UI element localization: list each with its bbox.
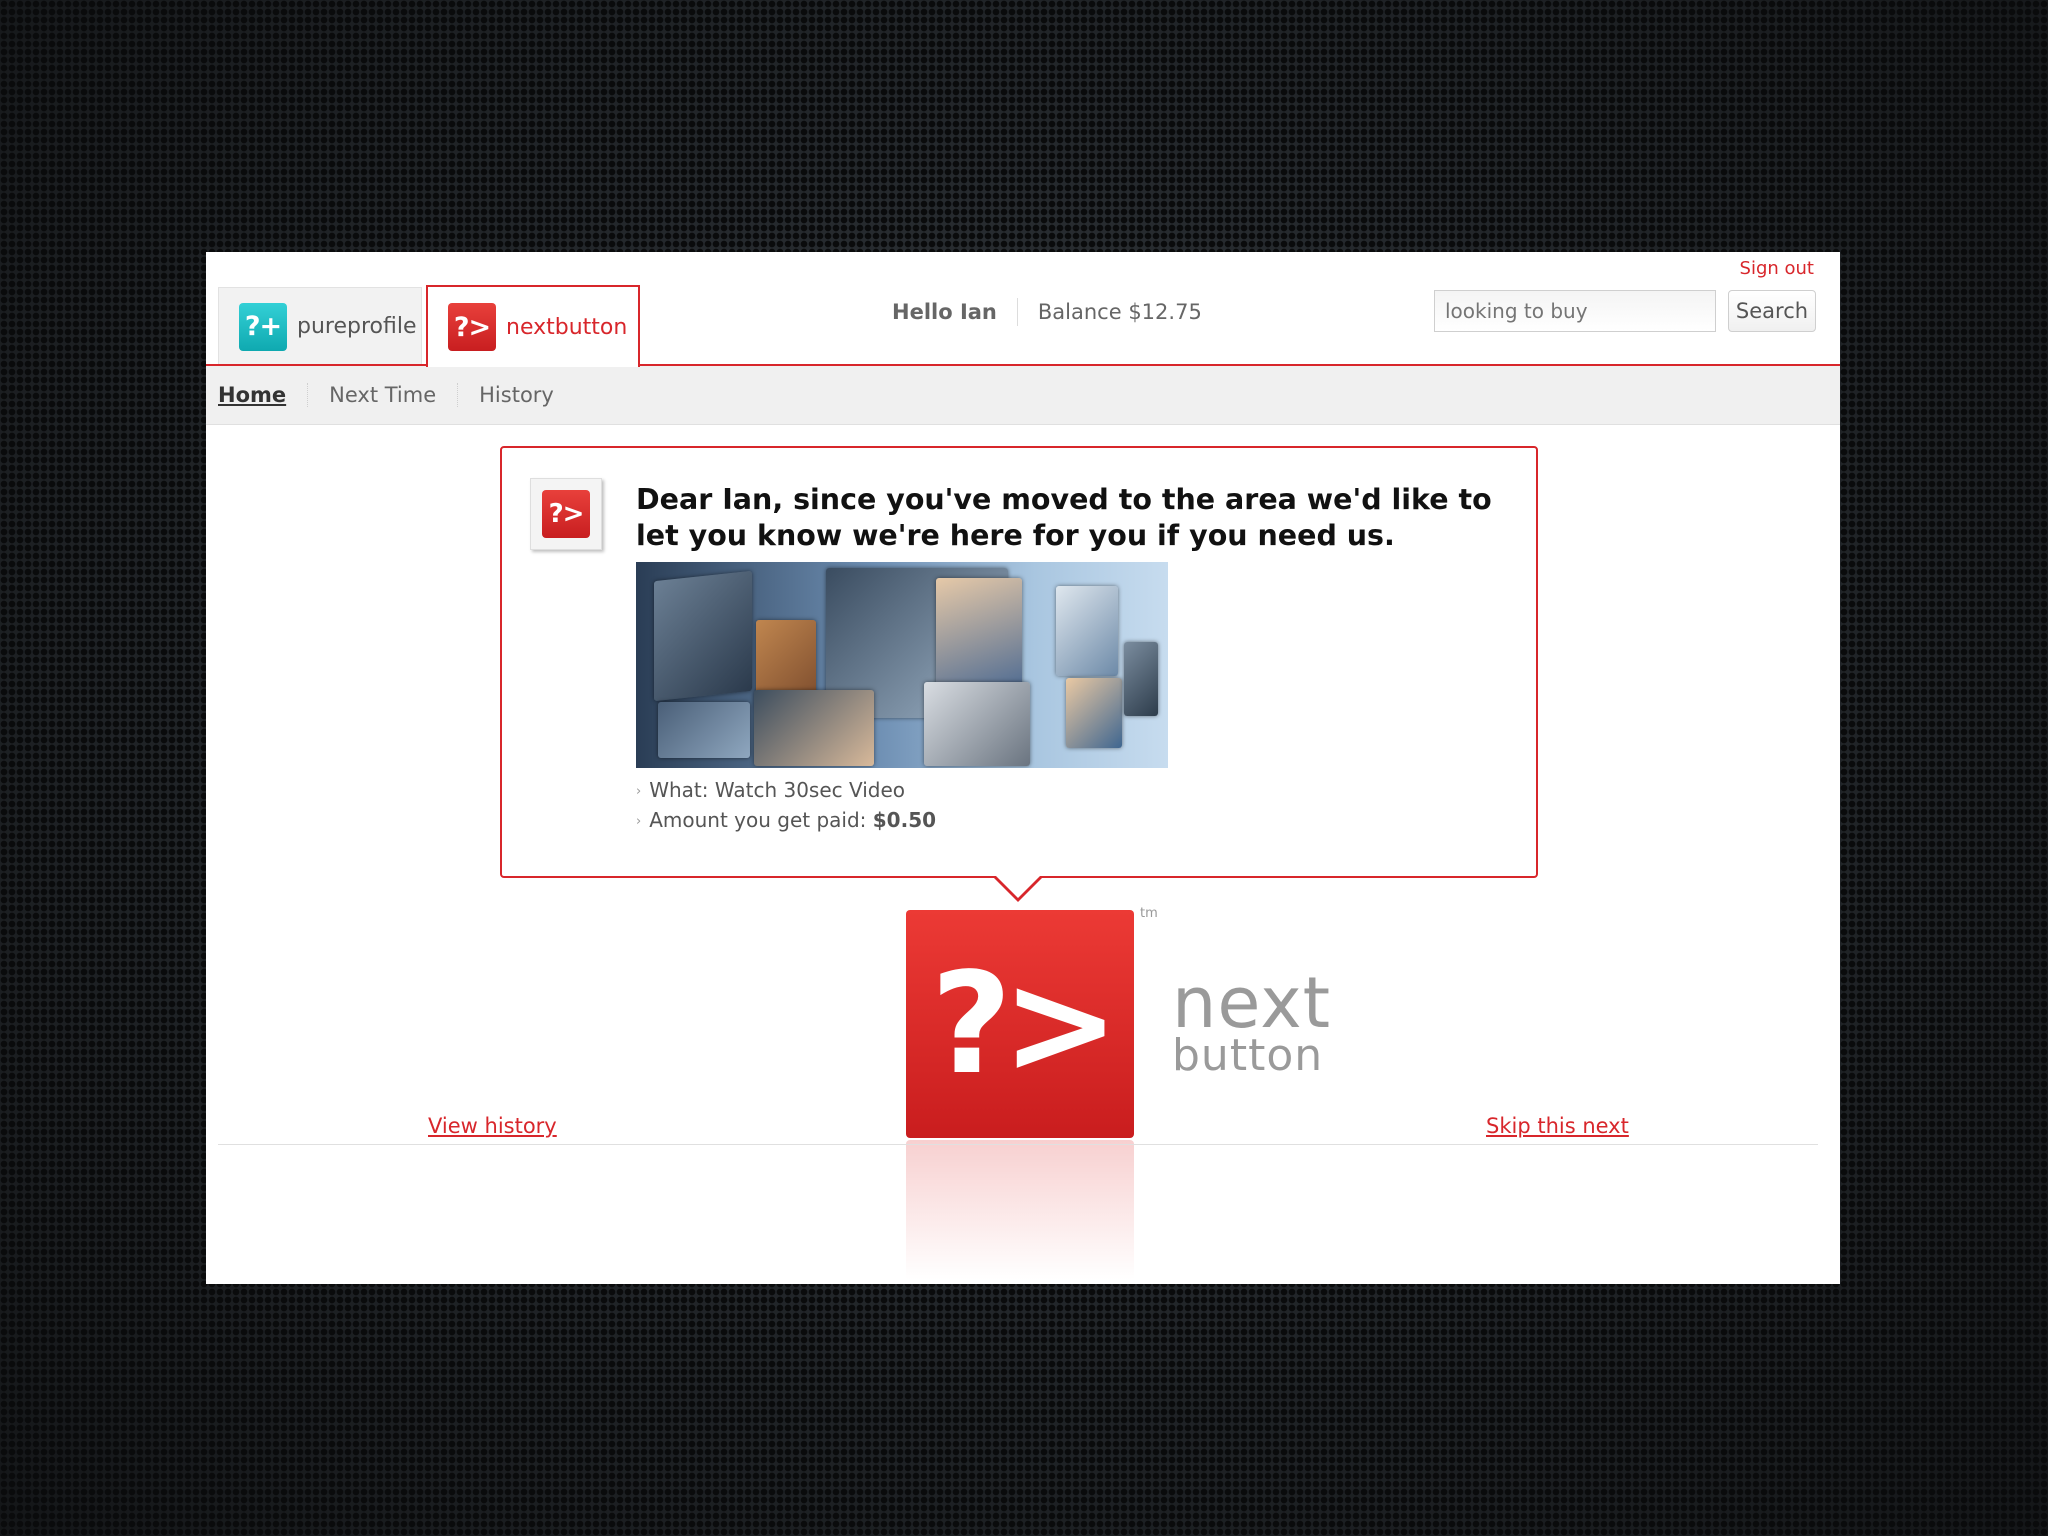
offer-card-logo: ?> xyxy=(530,478,602,550)
nav-item-next-time[interactable]: Next Time xyxy=(308,383,459,407)
video-thumbnail[interactable] xyxy=(636,562,1168,768)
collage-panel xyxy=(654,570,752,702)
offer-card: ?> Dear Ian, since you've moved to the a… xyxy=(500,446,1538,878)
tab-label-nextbutton: nextbutton xyxy=(506,314,628,340)
skip-this-next-link[interactable]: Skip this next xyxy=(1486,1114,1629,1138)
collage-panel xyxy=(1066,678,1122,748)
logo-reflection xyxy=(906,1140,1134,1280)
wordmark-next: next xyxy=(1172,962,1332,1044)
collage-panel xyxy=(658,702,750,758)
wordmark-button: button xyxy=(1172,1030,1324,1081)
tab-pureprofile[interactable]: ?+ pureprofile xyxy=(218,287,422,365)
offer-message: Dear Ian, since you've moved to the area… xyxy=(636,483,1492,552)
tab-nextbutton[interactable]: ?> nextbutton xyxy=(426,285,640,367)
card-pointer xyxy=(992,874,1044,902)
collage-panel xyxy=(754,690,874,766)
nav-item-home[interactable]: Home xyxy=(218,383,309,407)
greeting-separator xyxy=(1016,298,1018,326)
sub-navigation: Home Next Time History xyxy=(206,366,1840,425)
search-input[interactable] xyxy=(1434,290,1716,332)
footer-divider xyxy=(218,1144,1818,1145)
balance-text: Balance $12.75 xyxy=(1037,300,1202,324)
bullet-arrow-icon: › xyxy=(636,814,642,829)
hello-text: Hello Ian xyxy=(892,300,997,324)
pureprofile-logo-icon: ?+ xyxy=(239,302,287,351)
app-window: Sign out ?+ pureprofile ?> nextbutton He… xyxy=(206,252,1840,1284)
search-button[interactable]: Search xyxy=(1728,290,1816,332)
nextbutton-logo-icon: ?> xyxy=(448,303,496,351)
amount-value: $0.50 xyxy=(872,808,937,832)
nextbutton-wordmark: next button xyxy=(1172,962,1332,1081)
user-greeting: Hello Ian Balance $12.75 xyxy=(892,298,1202,326)
view-history-link[interactable]: View history xyxy=(428,1114,557,1138)
nextbutton-big-icon[interactable]: ?> xyxy=(906,910,1134,1138)
bullet-arrow-icon: › xyxy=(636,784,642,799)
collage-panel xyxy=(1124,642,1158,716)
offer-detail-what: › What: Watch 30sec Video xyxy=(636,778,906,802)
collage-panel xyxy=(1056,586,1118,676)
offer-detail-amount: › Amount you get paid: $0.50 xyxy=(636,808,937,832)
tab-label-pureprofile: pureprofile xyxy=(297,314,417,339)
nextbutton-small-icon: ?> xyxy=(542,490,590,538)
nav-item-history[interactable]: History xyxy=(458,383,575,407)
trademark-mark: tm xyxy=(1140,906,1158,921)
collage-panel xyxy=(924,682,1030,766)
sign-out-link[interactable]: Sign out xyxy=(1740,258,1814,279)
